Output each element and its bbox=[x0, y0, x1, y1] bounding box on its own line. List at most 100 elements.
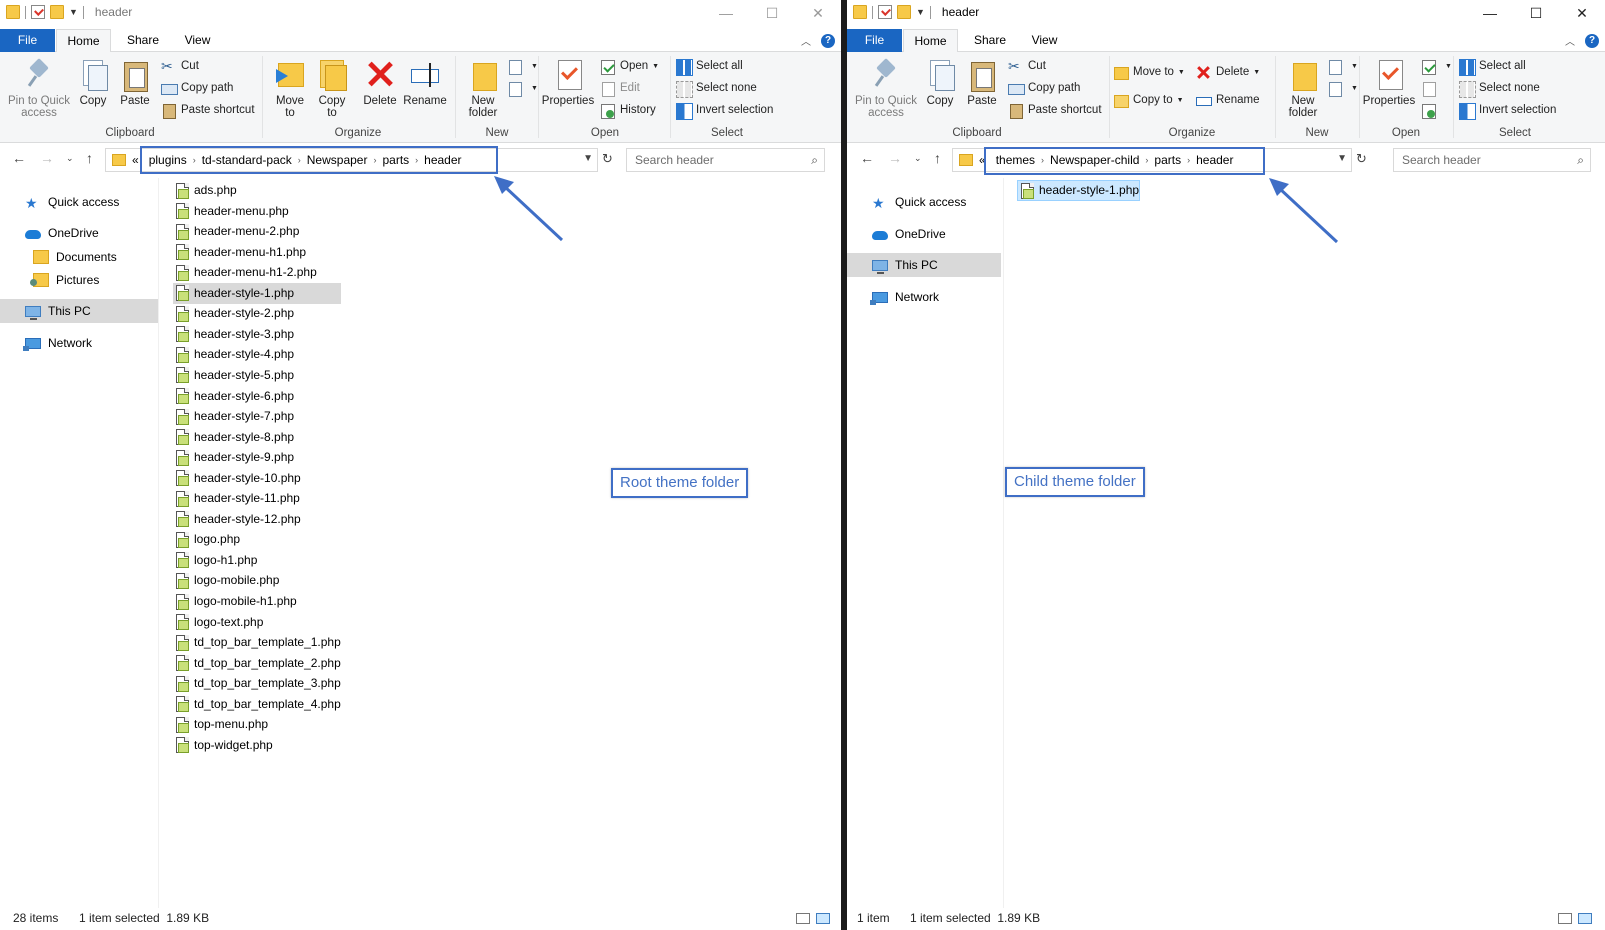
tab-home[interactable]: Home bbox=[903, 29, 958, 53]
address-dropdown-icon[interactable]: ▼ bbox=[583, 153, 593, 164]
tab-file[interactable]: File bbox=[0, 29, 55, 52]
properties-quick-icon[interactable] bbox=[31, 5, 45, 19]
refresh-icon[interactable]: ↻ bbox=[602, 151, 613, 167]
rename-button[interactable]: Rename bbox=[402, 57, 448, 107]
close-button[interactable]: ✕ bbox=[795, 0, 841, 26]
invert-selection-button[interactable]: Invert selection bbox=[1459, 100, 1556, 121]
address-bar[interactable]: « themes › Newspaper-child › parts › header… bbox=[952, 148, 1352, 172]
select-none-button[interactable]: Select none bbox=[676, 78, 757, 99]
nav-item-this-pc[interactable]: This PC bbox=[847, 253, 1001, 277]
breadcrumb-item[interactable]: header bbox=[1190, 153, 1239, 167]
customize-toolbar-dropdown-icon[interactable]: ▼ bbox=[69, 7, 78, 17]
paste-shortcut-button[interactable]: Paste shortcut bbox=[1008, 100, 1102, 121]
breadcrumb-item[interactable]: themes bbox=[990, 153, 1041, 167]
delete-button[interactable]: Delete bbox=[360, 57, 400, 107]
copy-to-button[interactable]: Copy to ▼ bbox=[1113, 90, 1184, 111]
customize-toolbar-dropdown-icon[interactable]: ▼ bbox=[916, 7, 925, 17]
nav-item-network[interactable]: Network bbox=[847, 285, 1001, 309]
nav-item-quick-access[interactable]: Quick access bbox=[0, 190, 158, 215]
tab-share[interactable]: Share bbox=[118, 29, 168, 52]
help-icon[interactable]: ? bbox=[821, 33, 835, 48]
breadcrumb-overflow[interactable]: « bbox=[132, 153, 143, 167]
new-item-button[interactable]: ▼ bbox=[1327, 56, 1358, 77]
close-button[interactable]: ✕ bbox=[1559, 0, 1605, 26]
breadcrumb-item[interactable]: header bbox=[418, 153, 467, 167]
cut-button[interactable]: Cut bbox=[1008, 56, 1046, 77]
details-view-icon[interactable] bbox=[796, 913, 810, 924]
properties-button[interactable]: Properties bbox=[1361, 57, 1417, 107]
breadcrumb-overflow[interactable]: « bbox=[979, 153, 990, 167]
breadcrumb-item[interactable]: plugins bbox=[143, 153, 193, 167]
properties-quick-icon[interactable] bbox=[878, 5, 892, 19]
file-item[interactable]: header-style-12.php bbox=[173, 509, 301, 530]
breadcrumb-item[interactable]: parts bbox=[376, 153, 415, 167]
file-item[interactable]: header-style-8.php bbox=[173, 427, 294, 448]
properties-button[interactable]: Properties bbox=[540, 57, 596, 107]
new-item-button[interactable]: ▼ bbox=[507, 56, 538, 77]
back-arrow-icon[interactable]: ← bbox=[860, 150, 874, 166]
file-item[interactable]: logo-h1.php bbox=[173, 550, 257, 571]
paste-button[interactable]: Paste bbox=[965, 57, 999, 107]
forward-arrow-icon[interactable]: → bbox=[888, 150, 902, 166]
file-item[interactable]: logo.php bbox=[173, 529, 240, 550]
file-item[interactable]: top-menu.php bbox=[173, 714, 268, 735]
tab-file[interactable]: File bbox=[847, 29, 902, 52]
paste-shortcut-button[interactable]: Paste shortcut bbox=[161, 100, 255, 121]
file-item[interactable]: header-style-11.php bbox=[173, 488, 300, 509]
move-to-button[interactable]: Move to ▼ bbox=[1113, 62, 1185, 83]
select-all-button[interactable]: Select all bbox=[1459, 56, 1526, 77]
large-icons-view-icon[interactable] bbox=[1578, 913, 1592, 924]
search-box[interactable]: Search header ⌕ bbox=[626, 148, 825, 172]
tab-share[interactable]: Share bbox=[965, 29, 1015, 52]
easy-access-button[interactable]: ▼ bbox=[507, 78, 538, 99]
breadcrumb-item[interactable]: td-standard-pack bbox=[196, 153, 298, 167]
paste-button[interactable]: Paste bbox=[118, 57, 152, 107]
move-to-button[interactable]: Move to bbox=[272, 57, 308, 119]
nav-item-onedrive[interactable]: OneDrive bbox=[847, 222, 1001, 246]
file-item[interactable]: td_top_bar_template_3.php bbox=[173, 673, 341, 694]
file-item[interactable]: header-menu-2.php bbox=[173, 221, 299, 242]
delete-button[interactable]: Delete ▼ bbox=[1196, 62, 1260, 83]
file-item[interactable]: header-style-4.php bbox=[173, 344, 294, 365]
file-item[interactable]: header-style-1.php bbox=[1017, 180, 1141, 201]
collapse-ribbon-icon[interactable]: ︿ bbox=[1565, 33, 1575, 48]
history-button[interactable]: History bbox=[600, 100, 656, 121]
new-folder-button[interactable]: New folder bbox=[1283, 57, 1323, 119]
new-folder-button[interactable]: New folder bbox=[463, 57, 503, 119]
breadcrumb-item[interactable]: Newspaper-child bbox=[1044, 153, 1145, 167]
open-button[interactable]: Open ▼ bbox=[600, 56, 659, 77]
tab-view[interactable]: View bbox=[1022, 29, 1067, 52]
nav-item-network[interactable]: Network bbox=[0, 331, 158, 355]
file-item[interactable]: header-style-1.php bbox=[173, 282, 341, 304]
new-folder-quick-icon[interactable] bbox=[50, 5, 64, 19]
invert-selection-button[interactable]: Invert selection bbox=[676, 100, 773, 121]
forward-arrow-icon[interactable]: → bbox=[40, 150, 54, 166]
collapse-ribbon-icon[interactable]: ︿ bbox=[801, 33, 811, 48]
pin-to-quick-access-button[interactable]: Pin to Quick access bbox=[851, 57, 921, 119]
nav-item-this-pc[interactable]: This PC bbox=[0, 299, 158, 323]
edit-button[interactable]: Edit bbox=[600, 78, 640, 99]
copy-path-button[interactable]: Copy path bbox=[1008, 78, 1080, 99]
details-view-icon[interactable] bbox=[1558, 913, 1572, 924]
address-bar[interactable]: « plugins › td-standard-pack › Newspaper › … bbox=[105, 148, 598, 172]
file-item[interactable]: td_top_bar_template_4.php bbox=[173, 694, 341, 715]
file-item[interactable]: header-menu-h1-2.php bbox=[173, 262, 317, 283]
help-icon[interactable]: ? bbox=[1585, 33, 1599, 48]
copy-button[interactable]: Copy bbox=[923, 57, 957, 107]
refresh-icon[interactable]: ↻ bbox=[1356, 151, 1367, 167]
recent-locations-chevron-icon[interactable]: ⌄ bbox=[914, 153, 922, 164]
minimize-button[interactable]: ― bbox=[1467, 0, 1513, 26]
up-arrow-icon[interactable]: ↑ bbox=[86, 150, 93, 166]
recent-locations-chevron-icon[interactable]: ⌄ bbox=[66, 153, 74, 164]
maximize-button[interactable]: ☐ bbox=[749, 0, 795, 26]
large-icons-view-icon[interactable] bbox=[816, 913, 830, 924]
select-all-button[interactable]: Select all bbox=[676, 56, 743, 77]
nav-item-pictures[interactable]: Pictures bbox=[0, 268, 158, 292]
breadcrumb-item[interactable]: parts bbox=[1148, 153, 1187, 167]
nav-item-quick-access[interactable]: Quick access bbox=[847, 190, 1001, 215]
maximize-button[interactable]: ☐ bbox=[1513, 0, 1559, 26]
select-none-button[interactable]: Select none bbox=[1459, 78, 1540, 99]
tab-view[interactable]: View bbox=[175, 29, 220, 52]
copy-to-button[interactable]: Copy to bbox=[314, 57, 350, 119]
file-item[interactable]: header-style-7.php bbox=[173, 406, 294, 427]
